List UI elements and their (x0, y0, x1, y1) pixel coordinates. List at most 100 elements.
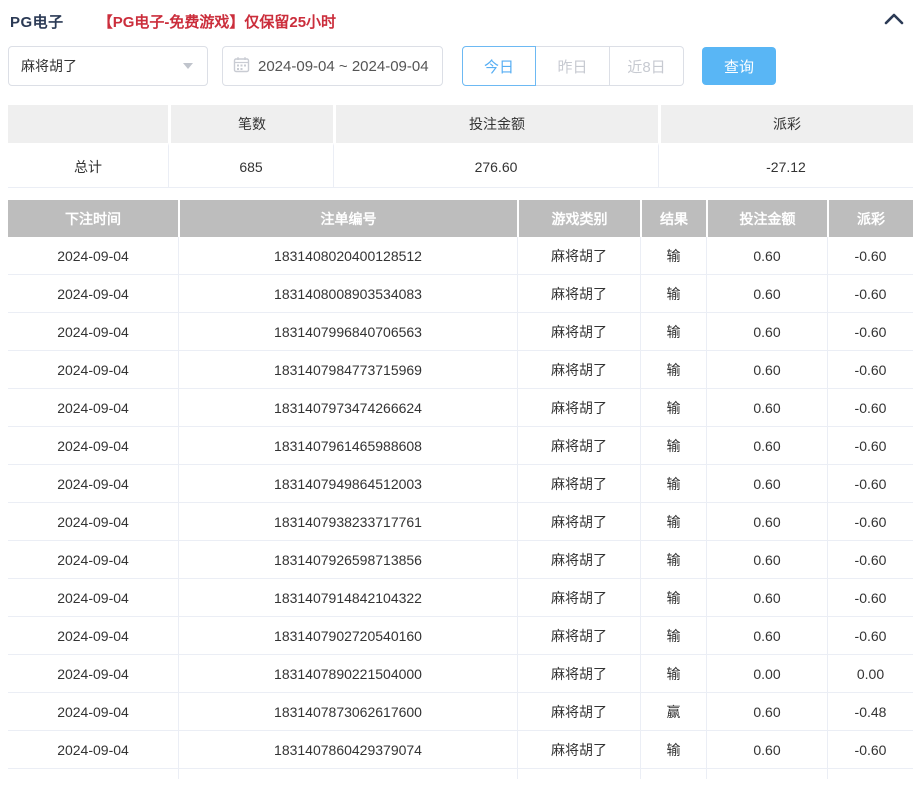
titlebar: PG电子 【PG电子-免费游戏】仅保留25小时 (8, 8, 913, 34)
cell-payout: -0.48 (827, 693, 913, 731)
summary-header-count: 笔数 (168, 105, 333, 143)
cell-payout: -0.60 (827, 503, 913, 541)
table-row: 2024-09-041831407926598713856麻将胡了输0.60-0… (8, 541, 913, 579)
records-tbody: 2024-09-041831408020400128512麻将胡了输0.60-0… (8, 237, 913, 779)
cell-result: 输 (640, 389, 706, 427)
table-row: 2024-09-041831407938233717761麻将胡了输0.60-0… (8, 503, 913, 541)
cell-bet-id: 1831408020400128512 (178, 237, 517, 275)
col-header-bet-time: 下注时间 (8, 200, 178, 237)
cell-bet-amount: 0.60 (706, 237, 827, 275)
summary-total-payout: -27.12 (658, 143, 913, 188)
calendar-icon (233, 56, 258, 77)
summary-header-payout: 派彩 (658, 105, 913, 143)
cell-bet-time: 2024-09-04 (8, 427, 178, 465)
cell-game-category: 麻将胡了 (517, 579, 640, 617)
cell-game-category: 麻将胡了 (517, 237, 640, 275)
collapse-panel-button[interactable] (877, 10, 911, 32)
table-row: 2024-09-041831407984773715969麻将胡了输0.60-0… (8, 351, 913, 389)
cell-bet-id: 1831407926598713856 (178, 541, 517, 579)
cell-bet-amount: 0.60 (706, 465, 827, 503)
cell-result: 输 (640, 655, 706, 693)
cell-bet-id: 1831407949864512003 (178, 465, 517, 503)
search-button[interactable]: 查询 (702, 47, 776, 85)
date-range-input[interactable]: 2024-09-04 ~ 2024-09-04 (222, 46, 443, 86)
cell-bet-id: 1831407890221504000 (178, 655, 517, 693)
chevron-up-icon (883, 12, 905, 30)
cell-game-category: 麻将胡了 (517, 731, 640, 769)
cell-bet-time: 2024-09-04 (8, 503, 178, 541)
today-button[interactable]: 今日 (462, 46, 536, 86)
last-8-days-button[interactable]: 近8日 (610, 46, 684, 86)
cell-bet-time: 2024-09-04 (8, 237, 178, 275)
records-header-row: 下注时间 注单编号 游戏类别 结果 投注金额 派彩 (8, 200, 913, 237)
cell-game-category: 麻将胡了 (517, 655, 640, 693)
cell-bet-id: 1831407996840706563 (178, 313, 517, 351)
date-range-value: 2024-09-04 ~ 2024-09-04 (258, 58, 429, 75)
cell-result: 输 (640, 351, 706, 389)
cell-payout: -0.60 (827, 237, 913, 275)
caret-down-icon (183, 63, 193, 69)
table-row: 2024-09-041831407890221504000麻将胡了输0.000.… (8, 655, 913, 693)
table-row: 2024-09-041831407860429379074麻将胡了输0.60-0… (8, 731, 913, 769)
table-row: 2024-09-041831407961465988608麻将胡了输0.60-0… (8, 427, 913, 465)
col-header-bet-id: 注单编号 (178, 200, 517, 237)
table-row: 2024-09-041831408008903534083麻将胡了输0.60-0… (8, 275, 913, 313)
pg-records-page: PG电子 【PG电子-免费游戏】仅保留25小时 麻将胡了 (0, 0, 921, 787)
cell-game-category: 麻将胡了 (517, 693, 640, 731)
cell-payout: -0.60 (827, 275, 913, 313)
cell-game-category: 麻将胡了 (517, 313, 640, 351)
records-table: 下注时间 注单编号 游戏类别 结果 投注金额 派彩 2024-09-041831… (8, 200, 913, 779)
cell-bet-time: 2024-09-04 (8, 579, 178, 617)
cell-result: 输 (640, 465, 706, 503)
cell-game-category: 麻将胡了 (517, 275, 640, 313)
cell-result: 输 (640, 617, 706, 655)
cell-bet-amount: 0.60 (706, 313, 827, 351)
cell-bet-id: 1831407984773715969 (178, 351, 517, 389)
cell-game-category: 麻将胡了 (517, 389, 640, 427)
table-row: 2024-09-041831407996840706563麻将胡了输0.60-0… (8, 313, 913, 351)
cell-bet-amount: 0.60 (706, 617, 827, 655)
game-type-select-value: 麻将胡了 (21, 56, 183, 76)
cell-game-category: 麻将胡了 (517, 617, 640, 655)
cell-bet-id: 1831407860429379074 (178, 731, 517, 769)
cell-bet-amount: 0.60 (706, 275, 827, 313)
game-type-select[interactable]: 麻将胡了 (8, 46, 208, 86)
cell-bet-time: 2024-09-04 (8, 731, 178, 769)
cell-payout: -0.60 (827, 579, 913, 617)
col-header-game-category: 游戏类别 (517, 200, 640, 237)
cell-bet-amount: 0.60 (706, 731, 827, 769)
cell-result: 输 (640, 313, 706, 351)
cell-bet-time: 2024-09-04 (8, 617, 178, 655)
summary-total-label: 总计 (8, 143, 168, 188)
col-header-payout: 派彩 (827, 200, 913, 237)
cell-result: 输 (640, 541, 706, 579)
cell-payout: -0.60 (827, 617, 913, 655)
summary-total-bet-amount: 276.60 (333, 143, 658, 188)
cell-game-category: 麻将胡了 (517, 503, 640, 541)
table-row: 2024-09-041831407902720540160麻将胡了输0.60-0… (8, 617, 913, 655)
cell-result: 输 (640, 503, 706, 541)
cell-bet-time: 2024-09-04 (8, 693, 178, 731)
summary-header-bet-amount: 投注金额 (333, 105, 658, 143)
table-row: 2024-09-041831407914842104322麻将胡了输0.60-0… (8, 579, 913, 617)
page-subtitle: 【PG电子-免费游戏】仅保留25小时 (98, 11, 336, 32)
cell-payout: -0.60 (827, 351, 913, 389)
cell-bet-id: 1831407938233717761 (178, 503, 517, 541)
cell-payout: -0.60 (827, 313, 913, 351)
yesterday-button[interactable]: 昨日 (536, 46, 610, 86)
cell-bet-time: 2024-09-04 (8, 465, 178, 503)
cell-payout: -0.60 (827, 465, 913, 503)
cell-game-category: 麻将胡了 (517, 465, 640, 503)
cell-bet-time: 2024-09-04 (8, 655, 178, 693)
table-row: 2024-09-041831407873062617600麻将胡了赢0.60-0… (8, 693, 913, 731)
summary-table: 笔数 投注金额 派彩 总计 685 276.60 -27.12 (8, 105, 913, 188)
cell-game-category: 麻将胡了 (517, 351, 640, 389)
cell-bet-time: 2024-09-04 (8, 389, 178, 427)
cell-payout: -0.60 (827, 731, 913, 769)
cell-bet-id: 1831407961465988608 (178, 427, 517, 465)
cell-game-category: 麻将胡了 (517, 427, 640, 465)
cell-payout: -0.60 (827, 389, 913, 427)
cell-bet-id: 1831407902720540160 (178, 617, 517, 655)
filter-bar: 麻将胡了 2024-09-04 ~ 2024-09-04 (8, 46, 913, 86)
cell-payout: -0.60 (827, 541, 913, 579)
